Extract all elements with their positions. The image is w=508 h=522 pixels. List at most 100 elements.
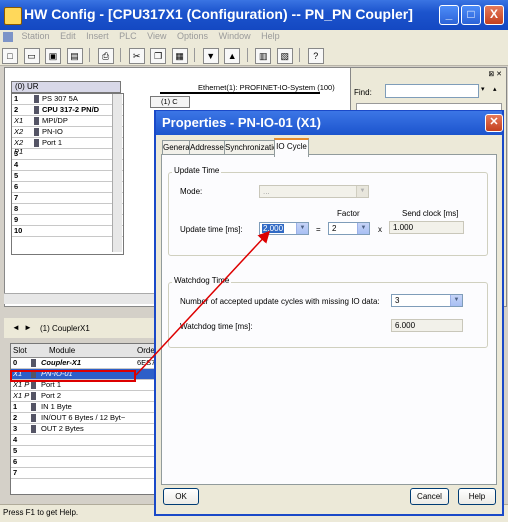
open-icon[interactable]: ▭ (23, 48, 40, 64)
table-row[interactable]: 4 (11, 435, 155, 446)
chevron-down-icon[interactable]: ▼ (357, 223, 369, 234)
network-icon[interactable]: ▧ (276, 48, 293, 64)
accepted-cycles-select[interactable]: 3 ▼ (391, 294, 463, 307)
mode-label: Mode: (180, 187, 203, 196)
catalog-find-input[interactable] (385, 84, 479, 98)
rack-row[interactable]: 8 (12, 204, 123, 215)
table-row[interactable]: 1 IN 1 Byte (11, 402, 155, 413)
rack-scrollbar[interactable] (112, 94, 122, 252)
copy-icon[interactable]: ❐ (150, 48, 167, 64)
rack-row[interactable]: 4 (12, 160, 123, 171)
rack-row[interactable]: 9 (12, 215, 123, 226)
tab-general[interactable]: General (162, 140, 191, 155)
rack-slot: 6 (14, 182, 19, 191)
detail-device-title: (1) CouplerX1 (40, 324, 90, 333)
table-header: Slot Module Order (11, 344, 157, 358)
upload-icon[interactable]: ▲ (224, 48, 241, 64)
cut-icon[interactable]: ✂ (128, 48, 145, 64)
nav-forward-icon[interactable]: ► (24, 323, 32, 332)
save-icon[interactable]: ▣ (45, 48, 62, 64)
watchdog-time-group (168, 282, 488, 348)
help-button[interactable]: Help (458, 488, 496, 505)
menu-options[interactable]: Options (173, 30, 212, 42)
rack-row[interactable]: X2 PN-IO (12, 127, 123, 138)
rack-row[interactable]: 10 (12, 226, 123, 237)
minimize-button[interactable]: _ (439, 5, 459, 25)
module-icon (31, 414, 36, 422)
slot-cell: 0 (13, 358, 18, 367)
close-button[interactable]: X (484, 5, 504, 25)
factor-select[interactable]: 2 ▼ (328, 222, 370, 235)
status-text: Press F1 to get Help. (3, 508, 79, 517)
rack-slot: X1 (14, 116, 24, 125)
download-icon[interactable]: ▼ (202, 48, 219, 64)
module-cell: Port 2 (41, 391, 62, 400)
rack-title[interactable]: (0) UR (11, 81, 121, 93)
hw-config-app-icon (4, 7, 22, 25)
table-row[interactable]: 7 (11, 468, 155, 479)
rack-slot: 1 (14, 94, 19, 103)
table-row[interactable]: 5 (11, 446, 155, 457)
watchdog-time-field: 6.000 (391, 319, 463, 332)
dialog-titlebar: Properties - PN-IO-01 (X1) (156, 111, 502, 135)
catalog-window-controls[interactable]: ⊠ ✕ (480, 70, 502, 78)
menu-insert[interactable]: Insert (82, 30, 113, 42)
table-row[interactable]: 0 Coupler-X1 6ES7 (11, 358, 155, 369)
help-icon[interactable]: ? (307, 48, 324, 64)
menu-station[interactable]: Station (18, 30, 54, 42)
menu-window[interactable]: Window (215, 30, 255, 42)
table-row[interactable]: X1 P Port 2 (11, 391, 155, 402)
ethernet-bus-line[interactable] (160, 92, 320, 94)
rack-row[interactable]: 5 (12, 171, 123, 182)
column-header-module[interactable]: Module (49, 346, 75, 355)
column-header-slot[interactable]: Slot (13, 346, 27, 355)
rack-row[interactable]: 3 (12, 149, 123, 160)
device-module-table[interactable]: Slot Module Order 0 Coupler-X1 6ES7 X1 PN-IO… (10, 343, 157, 495)
menu-view[interactable]: View (143, 30, 170, 42)
rack-row[interactable]: 1 PS 307 5A (12, 94, 123, 105)
tab-synchronization[interactable]: Synchronization (224, 140, 282, 155)
rack-row[interactable]: 7 (12, 193, 123, 204)
find-next-icon[interactable]: ▾ (481, 85, 491, 95)
table-row[interactable]: 6 (11, 457, 155, 468)
module-cell: IN/OUT 6 Bytes / 12 Byt~ (41, 413, 126, 422)
ethernet-system-label: Ethernet(1): PROFINET-IO-System (100) (198, 83, 335, 92)
rack-row[interactable]: 6 (12, 182, 123, 193)
nav-back-icon[interactable]: ◄ (12, 323, 20, 332)
new-icon[interactable]: □ (2, 48, 18, 64)
module-icon (31, 381, 36, 389)
module-cell: IN 1 Byte (41, 402, 72, 411)
find-previous-icon[interactable]: ▴ (493, 85, 503, 95)
menu-edit[interactable]: Edit (56, 30, 80, 42)
pn-io-highlight-frame (10, 370, 136, 382)
table-row[interactable]: 3 OUT 2 Bytes (11, 424, 155, 435)
ok-button[interactable]: OK (163, 488, 199, 505)
catalog-icon[interactable]: ▥ (255, 48, 272, 64)
menu-help[interactable]: Help (257, 30, 284, 42)
io-device-node[interactable]: (1) C (150, 96, 190, 108)
cancel-button[interactable]: Cancel (410, 488, 449, 505)
print-icon[interactable]: ⎙ (97, 48, 114, 64)
watchdog-time-label: Watchdog time [ms]: (180, 322, 253, 331)
module-icon (34, 139, 39, 147)
tab-addresses[interactable]: Addresses (189, 140, 228, 155)
rack-table[interactable]: 1 PS 307 5A 2 CPU 317-2 PN/D X1 MPI/DP X2 PN-IO… (11, 93, 124, 255)
rack-row[interactable]: X2 P1 Port 1 (12, 138, 123, 156)
module-cell: Coupler-X1 (41, 358, 82, 367)
update-time-select[interactable]: 2.000 ▼ (259, 222, 309, 235)
module-icon (34, 117, 39, 125)
dialog-title: Properties - PN-IO-01 (X1) (162, 115, 321, 130)
rack-row[interactable]: 2 CPU 317-2 PN/D (12, 105, 123, 116)
rack-slot: 7 (14, 193, 19, 202)
save-compile-icon[interactable]: ▤ (66, 48, 83, 64)
menu-plc[interactable]: PLC (115, 30, 141, 42)
chevron-down-icon[interactable]: ▼ (450, 295, 462, 306)
dialog-close-button[interactable]: ✕ (485, 114, 503, 132)
table-row[interactable]: 2 IN/OUT 6 Bytes / 12 Byt~ (11, 413, 155, 424)
maximize-button[interactable]: □ (461, 5, 481, 25)
rack-row[interactable]: X1 MPI/DP (12, 116, 123, 127)
paste-icon[interactable]: ▦ (171, 48, 188, 64)
chevron-down-icon[interactable]: ▼ (296, 223, 308, 234)
tab-io-cycle[interactable]: IO Cycle (274, 138, 309, 157)
module-icon (31, 359, 36, 367)
